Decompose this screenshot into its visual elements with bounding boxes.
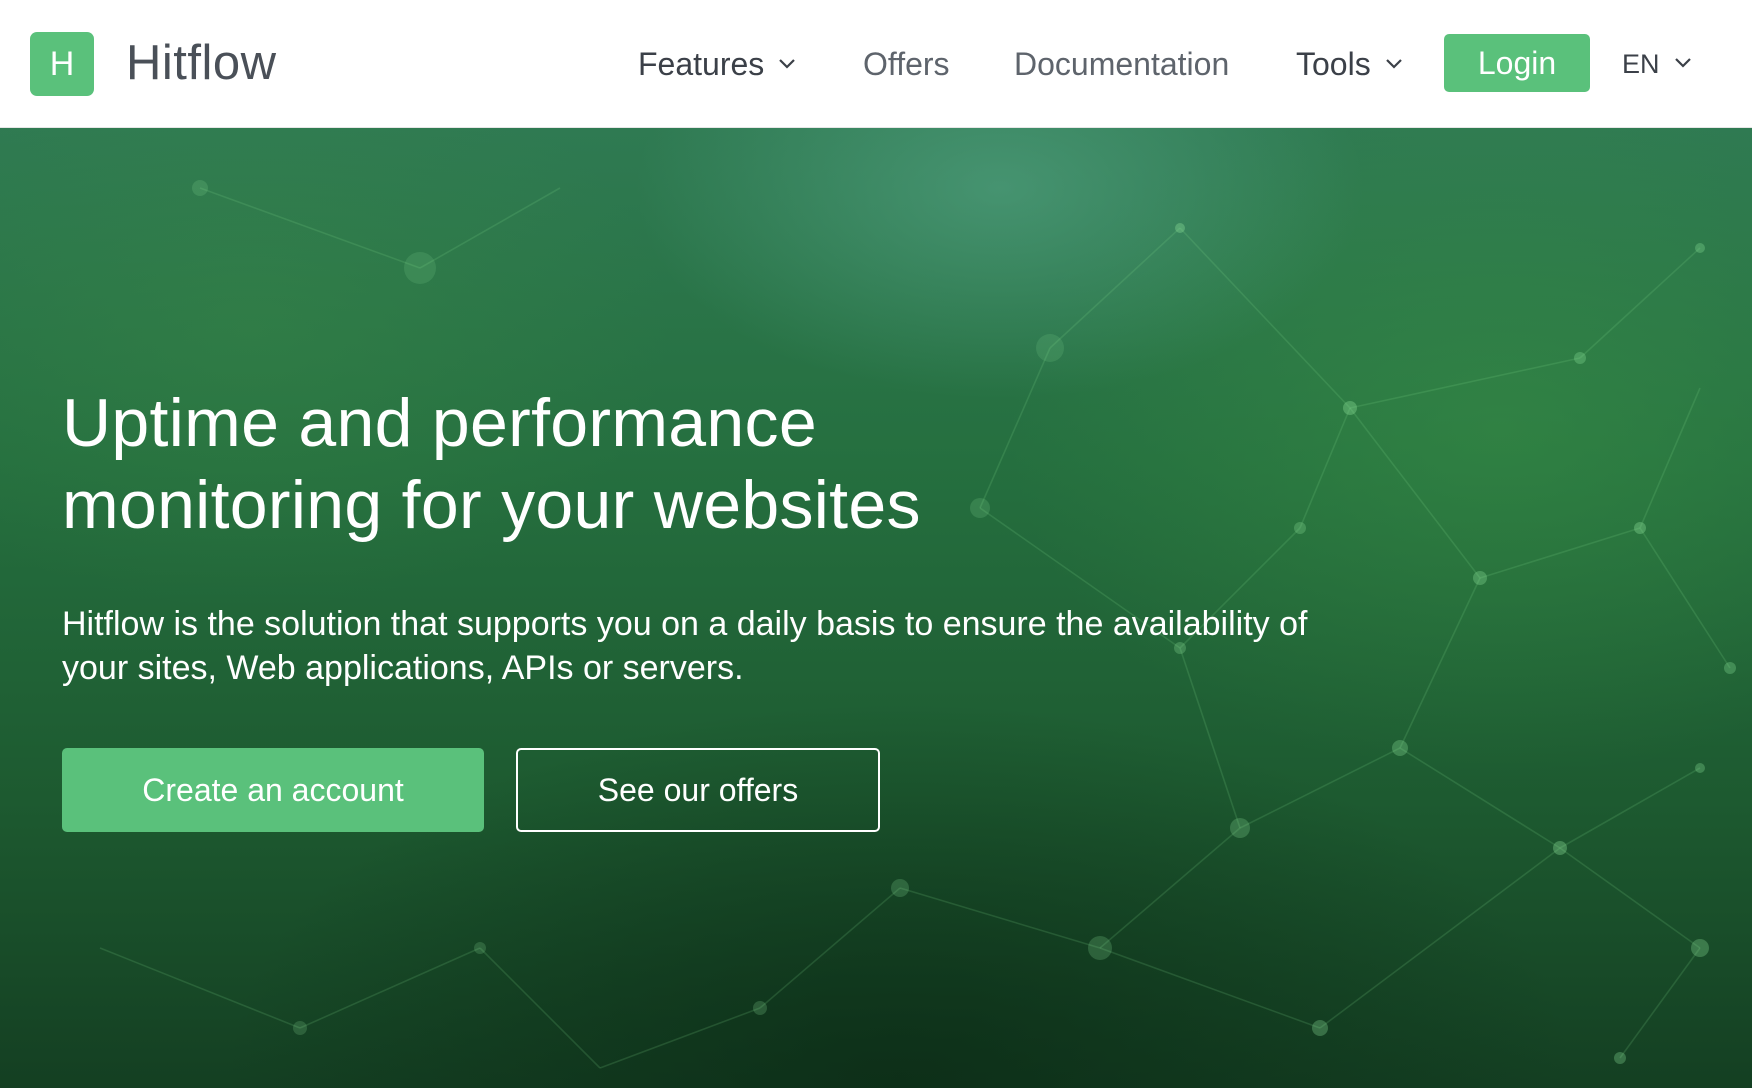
- chevron-down-icon: [1674, 58, 1691, 68]
- nav-documentation[interactable]: Documentation: [1014, 40, 1229, 88]
- hero-description: Hitflow is the solution that supports yo…: [62, 602, 1362, 690]
- language-selector[interactable]: EN: [1622, 40, 1692, 88]
- brand-name[interactable]: Hitflow: [126, 33, 277, 93]
- see-offers-button[interactable]: See our offers: [516, 748, 880, 832]
- nav-tools-label: Tools: [1296, 46, 1371, 82]
- nav-features-label: Features: [638, 46, 765, 82]
- nav-offers[interactable]: Offers: [863, 40, 950, 88]
- hero-headline-line1: Uptime and performance: [62, 385, 817, 461]
- chevron-down-icon: [779, 58, 796, 69]
- hero-description-line2: your sites, Web applications, APIs or se…: [62, 649, 744, 687]
- hero-section: Uptime and performance monitoring for yo…: [0, 128, 1752, 1088]
- create-account-button[interactable]: Create an account: [62, 748, 484, 832]
- chevron-down-icon: [1385, 58, 1402, 69]
- nav-features[interactable]: Features: [638, 40, 796, 88]
- language-label: EN: [1622, 49, 1660, 79]
- login-button[interactable]: Login: [1444, 34, 1590, 92]
- hero-headline: Uptime and performance monitoring for yo…: [62, 382, 1062, 546]
- site-header: H Hitflow Features Offers Documentation …: [0, 0, 1752, 128]
- logo-icon[interactable]: H: [30, 32, 94, 96]
- nav-tools[interactable]: Tools: [1296, 40, 1403, 88]
- hero-headline-line2: monitoring for your websites: [62, 467, 921, 543]
- hero-description-line1: Hitflow is the solution that supports yo…: [62, 605, 1308, 643]
